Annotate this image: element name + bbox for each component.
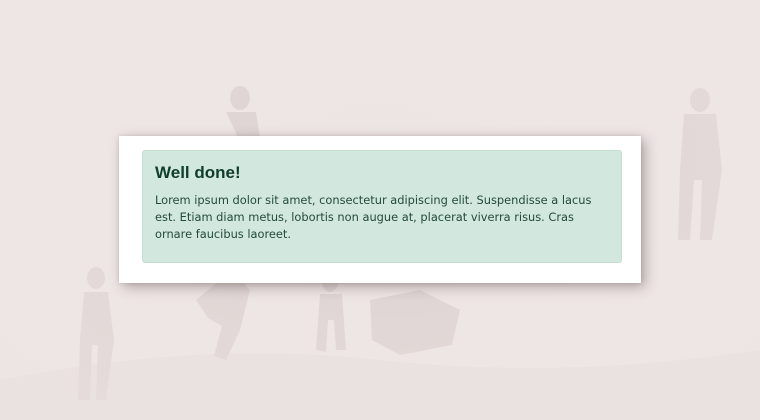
alert-heading: Well done! xyxy=(155,163,241,182)
alert-body-text: Lorem ipsum dolor sit amet, consectetur … xyxy=(155,193,592,241)
success-alert: Well done! Lorem ipsum dolor sit amet, c… xyxy=(142,150,622,263)
alert-card: Well done! Lorem ipsum dolor sit amet, c… xyxy=(119,136,641,283)
